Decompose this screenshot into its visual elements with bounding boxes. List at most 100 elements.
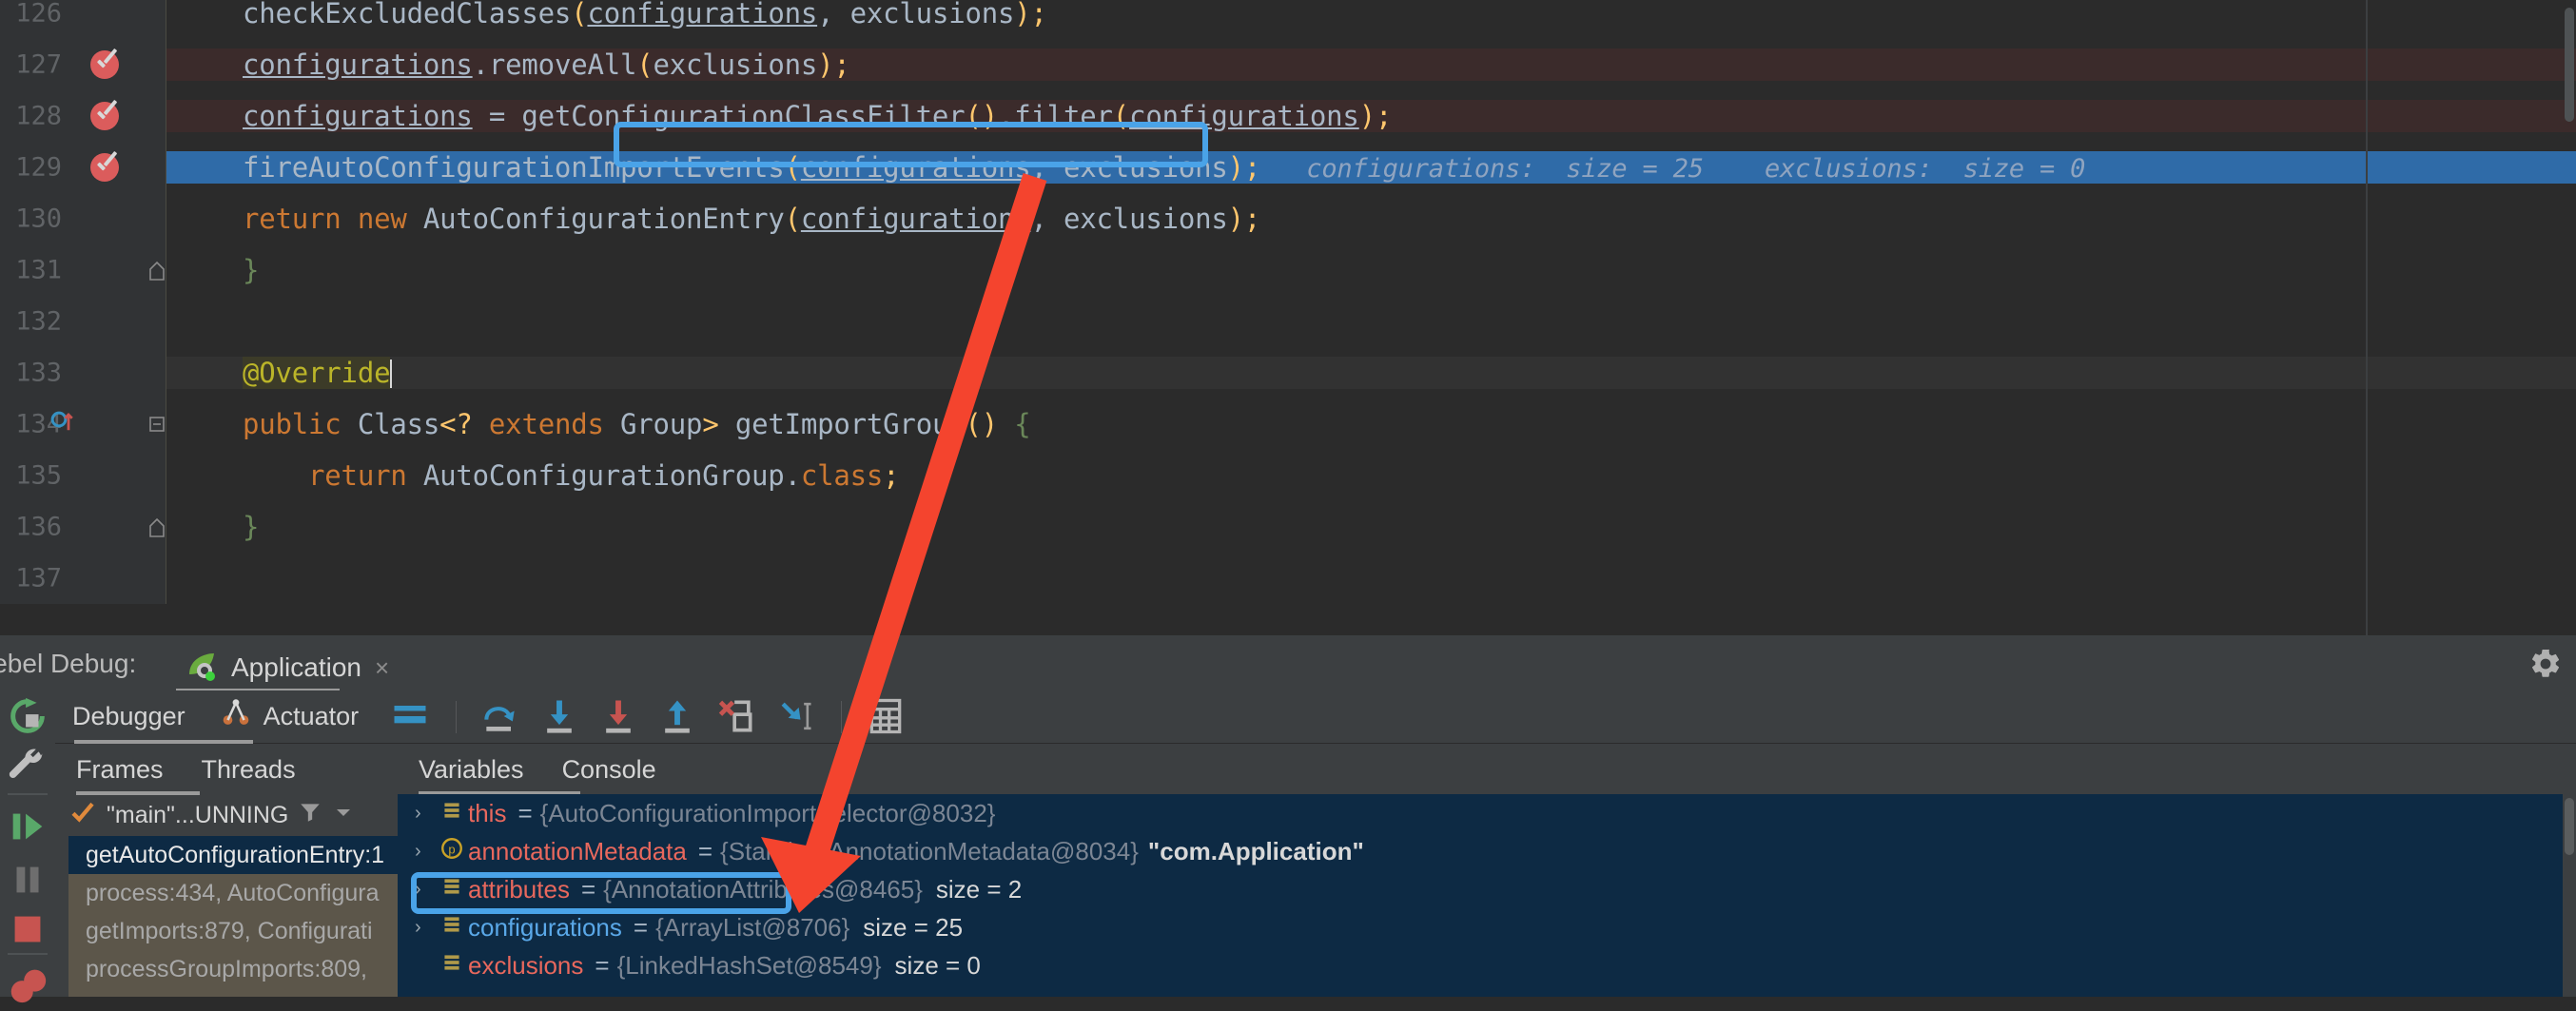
code-token: exclusions [849, 0, 1015, 29]
code-line[interactable]: 133 @Override [0, 347, 2576, 399]
frame-row[interactable]: processGroupImports:809, [68, 950, 398, 988]
code-line[interactable]: 131} [0, 244, 2576, 296]
code-editor[interactable]: 126 checkExcludedClasses(configurations, … [0, 0, 2576, 635]
step-out-icon[interactable] [656, 695, 700, 739]
step-over-icon[interactable] [479, 695, 523, 739]
force-step-into-icon[interactable] [597, 695, 641, 739]
editor-gutter[interactable]: 129 [0, 142, 166, 193]
editor-gutter[interactable]: 134 [0, 399, 166, 450]
code-text[interactable]: return new AutoConfigurationEntry(config… [166, 203, 2576, 235]
tab-debugger-label: Debugger [72, 702, 185, 730]
code-text[interactable]: return AutoConfigurationGroup.class; [166, 459, 2576, 492]
variable-row[interactable]: exclusions = {LinkedHashSet@8549} size = 0 [398, 946, 2576, 984]
tab-application[interactable]: Application × [185, 645, 389, 690]
code-text[interactable]: public Class<? extends Group> getImportG… [166, 408, 2576, 440]
editor-gutter[interactable]: 137 [0, 553, 166, 604]
code-line[interactable]: 127 configurations.removeAll(exclusions); [0, 39, 2576, 90]
tab-debugger[interactable]: Debugger [55, 702, 203, 731]
implements-method-icon[interactable] [49, 408, 78, 441]
code-token: Class [357, 408, 440, 440]
code-text[interactable]: fireAutoConfigurationImportEvents(config… [166, 151, 2576, 184]
pause-icon[interactable] [6, 858, 49, 902]
editor-gutter[interactable]: 131 [0, 244, 166, 296]
fold-marker[interactable] [147, 261, 166, 281]
resume-icon[interactable] [6, 805, 49, 848]
editor-gutter[interactable]: 130 [0, 193, 166, 244]
rail-divider-2 [8, 953, 48, 955]
editor-gutter[interactable]: 126 [0, 0, 166, 39]
variable-row[interactable]: › configurations = {ArrayList@8706} size = 2… [398, 908, 2576, 946]
breakpoint-icon[interactable] [90, 50, 119, 79]
filter-icon[interactable] [298, 800, 322, 831]
editor-gutter[interactable]: 133 [0, 347, 166, 399]
breakpoint-icon[interactable] [90, 153, 119, 182]
variable-row[interactable]: › p annotationMetadata = {StandardAnnotation… [398, 832, 2576, 870]
tab-actuator[interactable]: Actuator [203, 697, 377, 736]
editor-gutter[interactable]: 135 [0, 450, 166, 501]
mute-breakpoints-icon[interactable] [6, 962, 49, 1006]
code-text[interactable]: } [166, 254, 2576, 286]
evaluate-expression-icon[interactable] [865, 695, 908, 739]
code-token: exclusions [653, 49, 818, 81]
frame-row[interactable]: getImports:879, Configurati [68, 912, 398, 950]
fold-marker[interactable] [147, 517, 166, 537]
variable-row[interactable]: › attributes = {AnnotationAttributes@8465} s… [398, 870, 2576, 908]
tab-threads[interactable]: Threads [202, 755, 296, 785]
layout-icon[interactable] [389, 695, 433, 739]
code-token: , [1030, 203, 1064, 235]
rerun-icon[interactable] [6, 694, 49, 738]
chevron-right-icon[interactable]: › [415, 841, 439, 863]
code-line[interactable]: 134 public Class<? extends Group> getImpo… [0, 399, 2576, 450]
right-margin-guide [2366, 0, 2368, 635]
stop-icon[interactable] [6, 907, 49, 951]
code-line[interactable]: 135 return AutoConfigurationGroup.class; [0, 450, 2576, 501]
chevron-down-icon[interactable] [332, 801, 355, 830]
code-line[interactable]: 136} [0, 501, 2576, 553]
thread-selector[interactable]: "main"...UNNING [68, 794, 398, 836]
editor-gutter[interactable]: 132 [0, 296, 166, 347]
code-text[interactable]: configurations.removeAll(exclusions); [166, 49, 2576, 81]
editor-scrollbar[interactable] [2565, 8, 2574, 122]
code-token: () [965, 100, 998, 132]
editor-gutter[interactable]: 136 [0, 501, 166, 553]
code-token: () [965, 408, 999, 440]
debug-left-rail [0, 690, 55, 1003]
code-text[interactable]: @Override [166, 357, 2576, 389]
tab-frames[interactable]: Frames [76, 755, 164, 785]
frame-row[interactable]: getAutoConfigurationEntry:1 [68, 836, 398, 874]
breakpoint-icon[interactable] [90, 102, 119, 130]
settings-wrench-icon[interactable] [6, 744, 49, 787]
code-line[interactable]: 132 [0, 296, 2576, 347]
chevron-right-icon[interactable]: › [415, 917, 439, 939]
step-into-icon[interactable] [538, 695, 582, 739]
frame-row[interactable]: process:434, AutoConfigura [68, 874, 398, 912]
code-token: .filter [997, 100, 1113, 132]
code-line[interactable]: 126 checkExcludedClasses(configurations, … [0, 0, 2576, 39]
variables-scrollbar-thumb[interactable] [2565, 798, 2574, 855]
fold-marker[interactable] [147, 415, 166, 434]
frames-list[interactable]: getAutoConfigurationEntry:1 process:434, … [68, 836, 398, 997]
drop-frame-icon[interactable] [715, 695, 759, 739]
code-line[interactable]: 137 [0, 553, 2576, 604]
code-text[interactable]: configurations = getConfigurationClassFi… [166, 100, 2576, 132]
variable-row[interactable]: › this = {AutoConfigurationImportSelector@8… [398, 794, 2576, 832]
chevron-right-icon[interactable]: › [415, 879, 439, 901]
code-line[interactable]: 129 fireAutoConfigurationImportEvents(con… [0, 142, 2576, 193]
line-number: 128 [15, 101, 62, 131]
code-text[interactable]: checkExcludedClasses(configurations, exc… [166, 0, 2576, 29]
inline-debug-hint[interactable]: configurations: size = 25 exclusions: si… [1260, 154, 2085, 184]
gear-icon[interactable] [2528, 647, 2563, 686]
tab-console[interactable]: Console [562, 755, 656, 785]
close-icon[interactable]: × [375, 653, 389, 683]
code-text[interactable]: } [166, 511, 2576, 543]
run-to-cursor-icon[interactable] [774, 695, 818, 739]
code-line[interactable]: 128 configurations = getConfigurationClas… [0, 90, 2576, 142]
chevron-right-icon[interactable]: › [415, 803, 439, 825]
code-token: return [243, 203, 358, 235]
variables-list[interactable]: › this = {AutoConfigurationImportSelector@8… [398, 794, 2576, 997]
editor-gutter[interactable]: 127 [0, 39, 166, 90]
tab-variables[interactable]: Variables [419, 755, 524, 785]
code-line[interactable]: 130 return new AutoConfigurationEntry(con… [0, 193, 2576, 244]
editor-gutter[interactable]: 128 [0, 90, 166, 142]
